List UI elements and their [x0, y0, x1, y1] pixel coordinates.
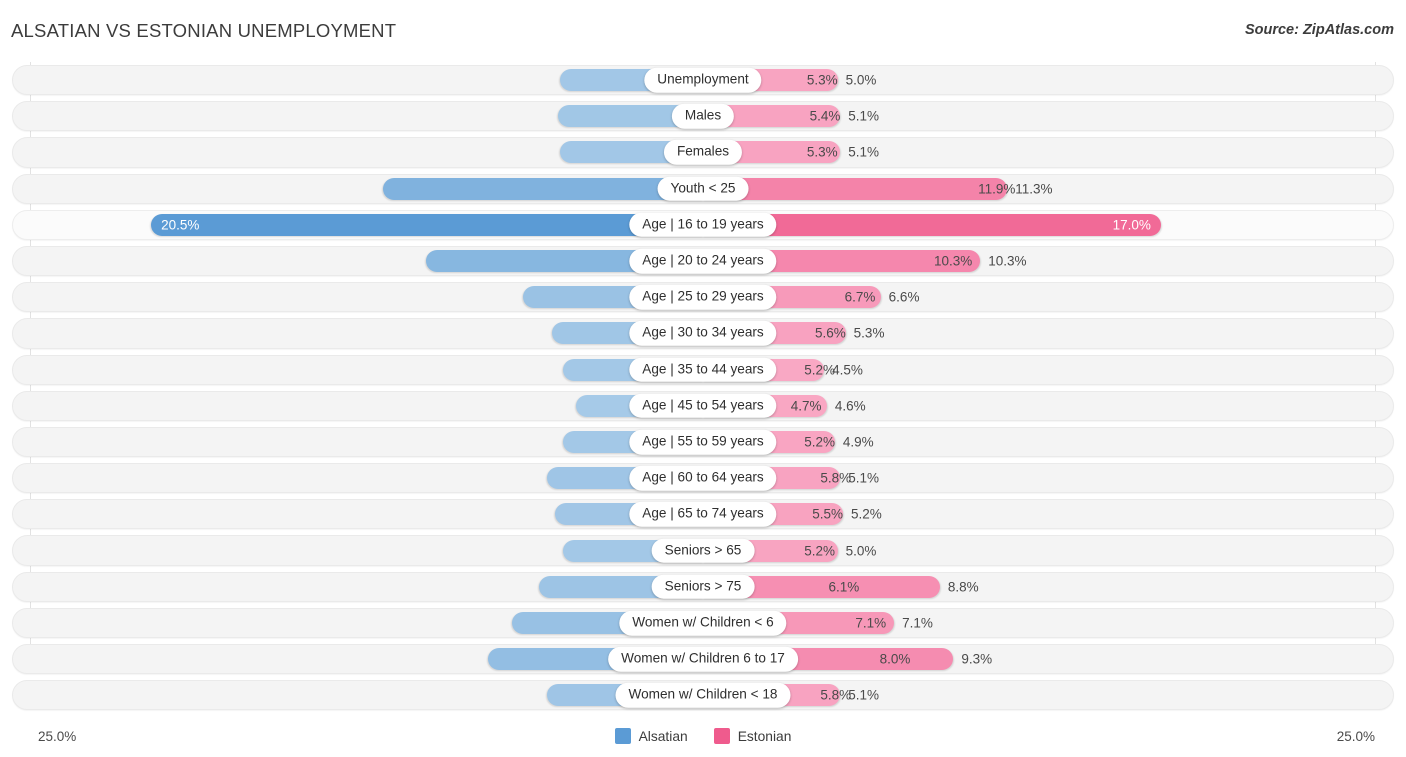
value-label-estonian: 11.3% [1015, 180, 1053, 196]
table-row[interactable]: 5.2% 4.9% Age | 55 to 59 years [0, 424, 1406, 460]
category-label: Females [663, 140, 743, 165]
legend-item[interactable]: Estonian [713, 728, 792, 744]
value-label-estonian: 4.5% [832, 361, 863, 377]
value-label-estonian: 17.0% [1112, 217, 1151, 233]
chart-rows: 5.3% 5.0% Unemployment 5.4% 5.1% Males 5.3% 5.1… [0, 62, 1406, 713]
category-label: Seniors > 65 [651, 538, 755, 563]
value-label-estonian: 5.0% [845, 72, 877, 88]
legend-label: Estonian [737, 728, 792, 744]
value-label-alsatian: 5.8% [820, 470, 852, 486]
value-label-estonian: 7.1% [902, 615, 933, 631]
legend-swatch-icon [614, 728, 631, 744]
table-row[interactable]: 20.5% 17.0% Age | 16 to 19 years [0, 207, 1406, 243]
category-label: Women w/ Children < 6 [619, 610, 787, 636]
category-label: Age | 20 to 24 years [629, 248, 777, 274]
value-label-estonian: 5.1% [848, 470, 880, 486]
value-label-estonian: 5.3% [853, 325, 885, 341]
category-label: Women w/ Children 6 to 17 [608, 646, 798, 672]
category-label: Age | 55 to 59 years [629, 429, 777, 455]
category-label: Age | 65 to 74 years [629, 502, 777, 527]
category-label: Women w/ Children < 18 [615, 682, 791, 708]
bar-estonian[interactable] [703, 177, 1008, 200]
source-attribution: Source: ZipAtlas.com [1244, 22, 1394, 38]
table-row[interactable]: 6.7% 6.6% Age | 25 to 29 years [0, 279, 1406, 315]
value-label-alsatian: 5.6% [814, 325, 846, 341]
bar-alsatian[interactable] [382, 177, 703, 200]
table-row[interactable]: 5.3% 5.1% Females [0, 134, 1406, 170]
table-row[interactable]: 5.2% 4.5% Age | 35 to 44 years [0, 352, 1406, 388]
table-row[interactable]: 4.7% 4.6% Age | 45 to 54 years [0, 388, 1406, 424]
value-label-alsatian: 4.7% [790, 398, 822, 414]
chart-legend: Alsatian Estonian [0, 728, 1406, 744]
chart-footer: 25.0% 25.0% Alsatian Estonian [0, 718, 1406, 757]
table-row[interactable]: 5.2% 5.0% Seniors > 65 [0, 532, 1406, 568]
page-title: ALSATIAN VS ESTONIAN UNEMPLOYMENT [11, 20, 397, 41]
value-label-alsatian: 5.3% [806, 72, 838, 88]
table-row[interactable]: 11.9% 11.3% Youth < 25 [0, 171, 1406, 207]
category-label: Age | 16 to 19 years [629, 212, 777, 238]
table-row[interactable]: 7.1% 7.1% Women w/ Children < 6 [0, 605, 1406, 641]
table-row[interactable]: 5.4% 5.1% Males [0, 98, 1406, 134]
legend-label: Alsatian [638, 728, 688, 744]
value-label-alsatian: 8.0% [879, 651, 911, 667]
value-label-alsatian: 6.7% [844, 289, 876, 305]
value-label-estonian: 9.3% [961, 651, 993, 667]
table-row[interactable]: 10.3% 10.3% Age | 20 to 24 years [0, 243, 1406, 279]
legend-swatch-icon [713, 728, 730, 744]
value-label-estonian: 5.1% [848, 144, 880, 160]
category-label: Youth < 25 [657, 176, 749, 201]
table-row[interactable]: 5.8% 5.1% Women w/ Children < 18 [0, 677, 1406, 713]
value-label-estonian: 6.6% [888, 289, 920, 305]
table-row[interactable]: 6.1% 8.8% Seniors > 75 [0, 569, 1406, 605]
value-label-estonian: 5.2% [850, 506, 882, 522]
value-label-alsatian: 11.9% [978, 180, 1016, 196]
value-label-estonian: 5.1% [848, 108, 880, 124]
value-label-alsatian: 10.3% [934, 253, 973, 269]
category-label: Seniors > 75 [651, 574, 755, 600]
value-label-alsatian: 5.2% [804, 361, 835, 377]
value-label-estonian: 5.0% [845, 542, 877, 558]
value-label-estonian: 8.8% [947, 578, 979, 594]
value-label-estonian: 10.3% [988, 253, 1027, 269]
chart-plot-area: 5.3% 5.0% Unemployment 5.4% 5.1% Males 5.3% 5.1… [0, 62, 1406, 718]
value-label-estonian: 4.9% [842, 434, 874, 450]
value-label-alsatian: 5.5% [812, 506, 844, 522]
category-label: Age | 25 to 29 years [629, 284, 777, 310]
category-label: Age | 35 to 44 years [629, 357, 777, 382]
value-label-alsatian: 5.8% [820, 687, 852, 703]
table-row[interactable]: 5.5% 5.2% Age | 65 to 74 years [0, 496, 1406, 532]
chart-header: ALSATIAN VS ESTONIAN UNEMPLOYMENT Source… [0, 0, 1406, 58]
value-label-alsatian: 5.2% [804, 542, 835, 558]
value-label-alsatian: 5.3% [806, 144, 838, 160]
table-row[interactable]: 5.8% 5.1% Age | 60 to 64 years [0, 460, 1406, 496]
value-label-alsatian: 7.1% [855, 615, 887, 631]
category-label: Age | 30 to 34 years [629, 321, 777, 346]
table-row[interactable]: 8.0% 9.3% Women w/ Children 6 to 17 [0, 641, 1406, 677]
value-label-alsatian: 5.4% [809, 108, 841, 124]
value-label-alsatian: 20.5% [161, 217, 200, 233]
value-label-alsatian: 6.1% [828, 578, 860, 594]
table-row[interactable]: 5.6% 5.3% Age | 30 to 34 years [0, 315, 1406, 351]
legend-item[interactable]: Alsatian [614, 728, 688, 744]
value-label-alsatian: 5.2% [804, 434, 835, 450]
bar-alsatian[interactable] [151, 213, 703, 236]
table-row[interactable]: 5.3% 5.0% Unemployment [0, 62, 1406, 98]
category-label: Age | 60 to 64 years [629, 465, 777, 491]
value-label-estonian: 5.1% [848, 687, 880, 703]
category-label: Age | 45 to 54 years [629, 393, 777, 419]
category-label: Unemployment [644, 67, 762, 93]
value-label-estonian: 4.6% [834, 398, 866, 414]
category-label: Males [671, 103, 735, 129]
